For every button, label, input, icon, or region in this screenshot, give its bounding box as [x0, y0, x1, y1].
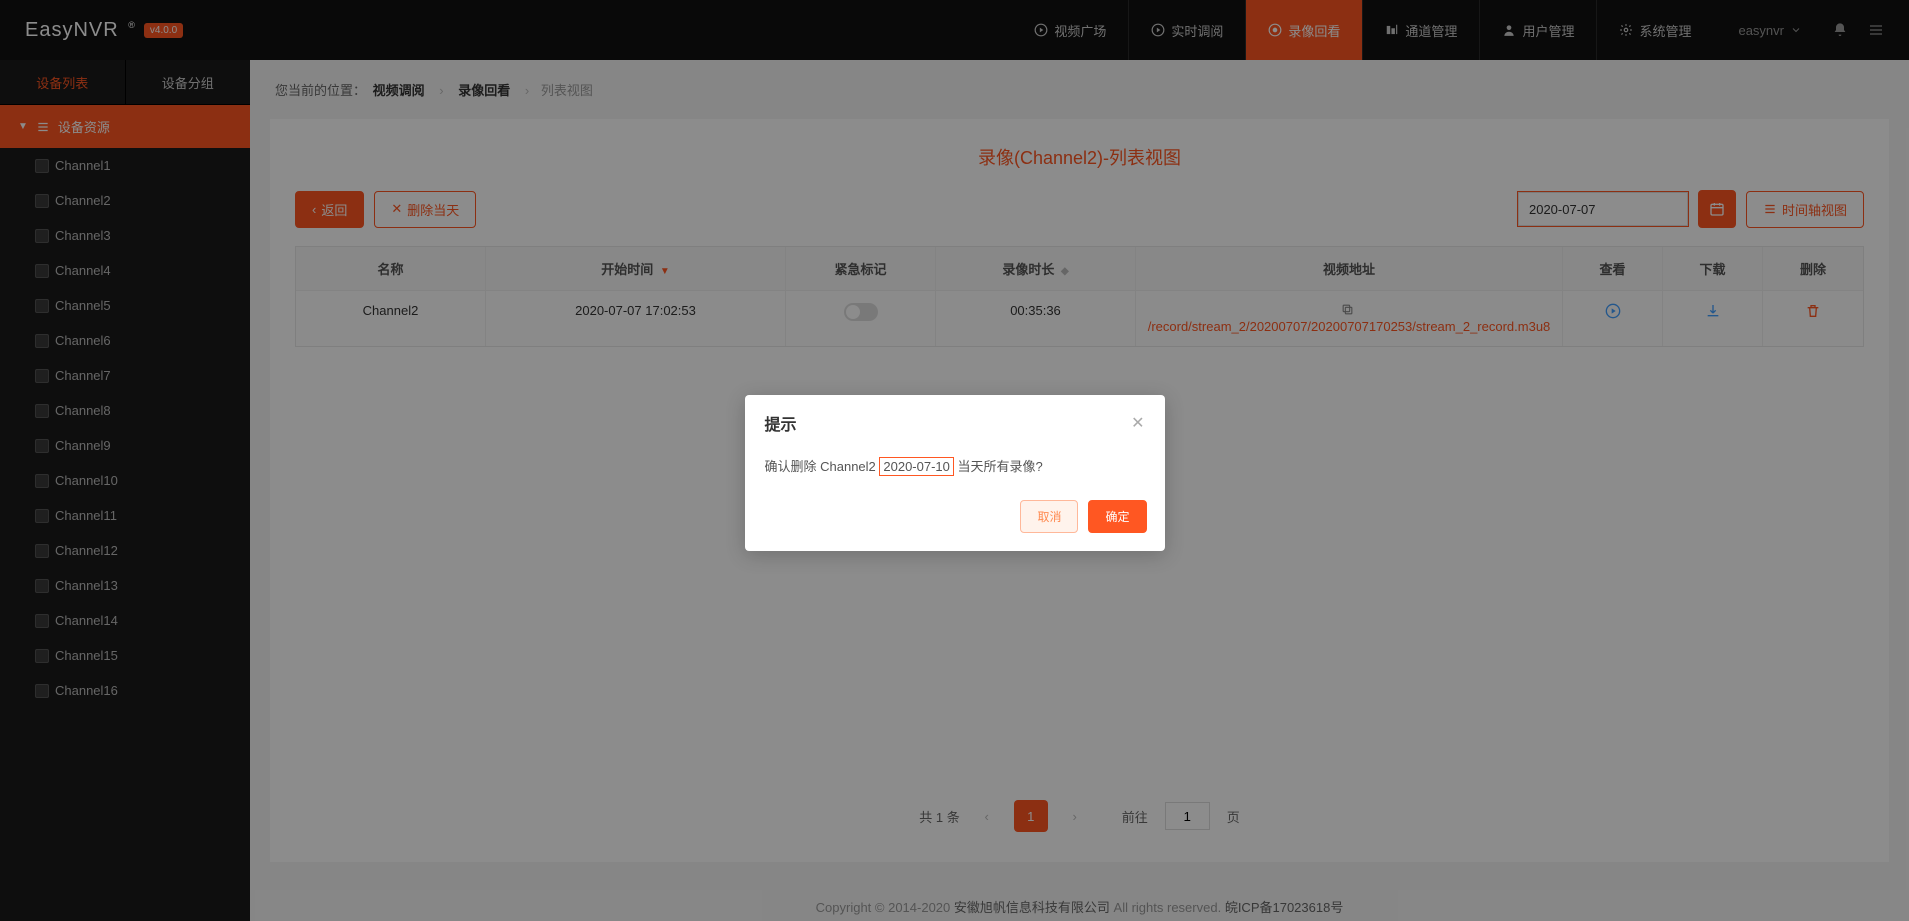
- close-icon[interactable]: ✕: [1131, 413, 1144, 433]
- confirm-dialog: 提示 ✕ 确认删除 Channel2 2020-07-10 当天所有录像? 取消…: [745, 395, 1165, 551]
- dialog-header: 提示 ✕: [745, 395, 1165, 451]
- dialog-text: 当天所有录像?: [954, 459, 1043, 474]
- dialog-highlight-date: 2020-07-10: [879, 457, 954, 476]
- cancel-button[interactable]: 取消: [1020, 500, 1078, 533]
- confirm-button[interactable]: 确定: [1088, 500, 1146, 533]
- dialog-footer: 取消 确定: [745, 490, 1165, 551]
- dialog-text: 确认删除 Channel2: [765, 459, 880, 474]
- dialog-body: 确认删除 Channel2 2020-07-10 当天所有录像?: [745, 451, 1165, 490]
- dialog-title: 提示: [765, 411, 1132, 435]
